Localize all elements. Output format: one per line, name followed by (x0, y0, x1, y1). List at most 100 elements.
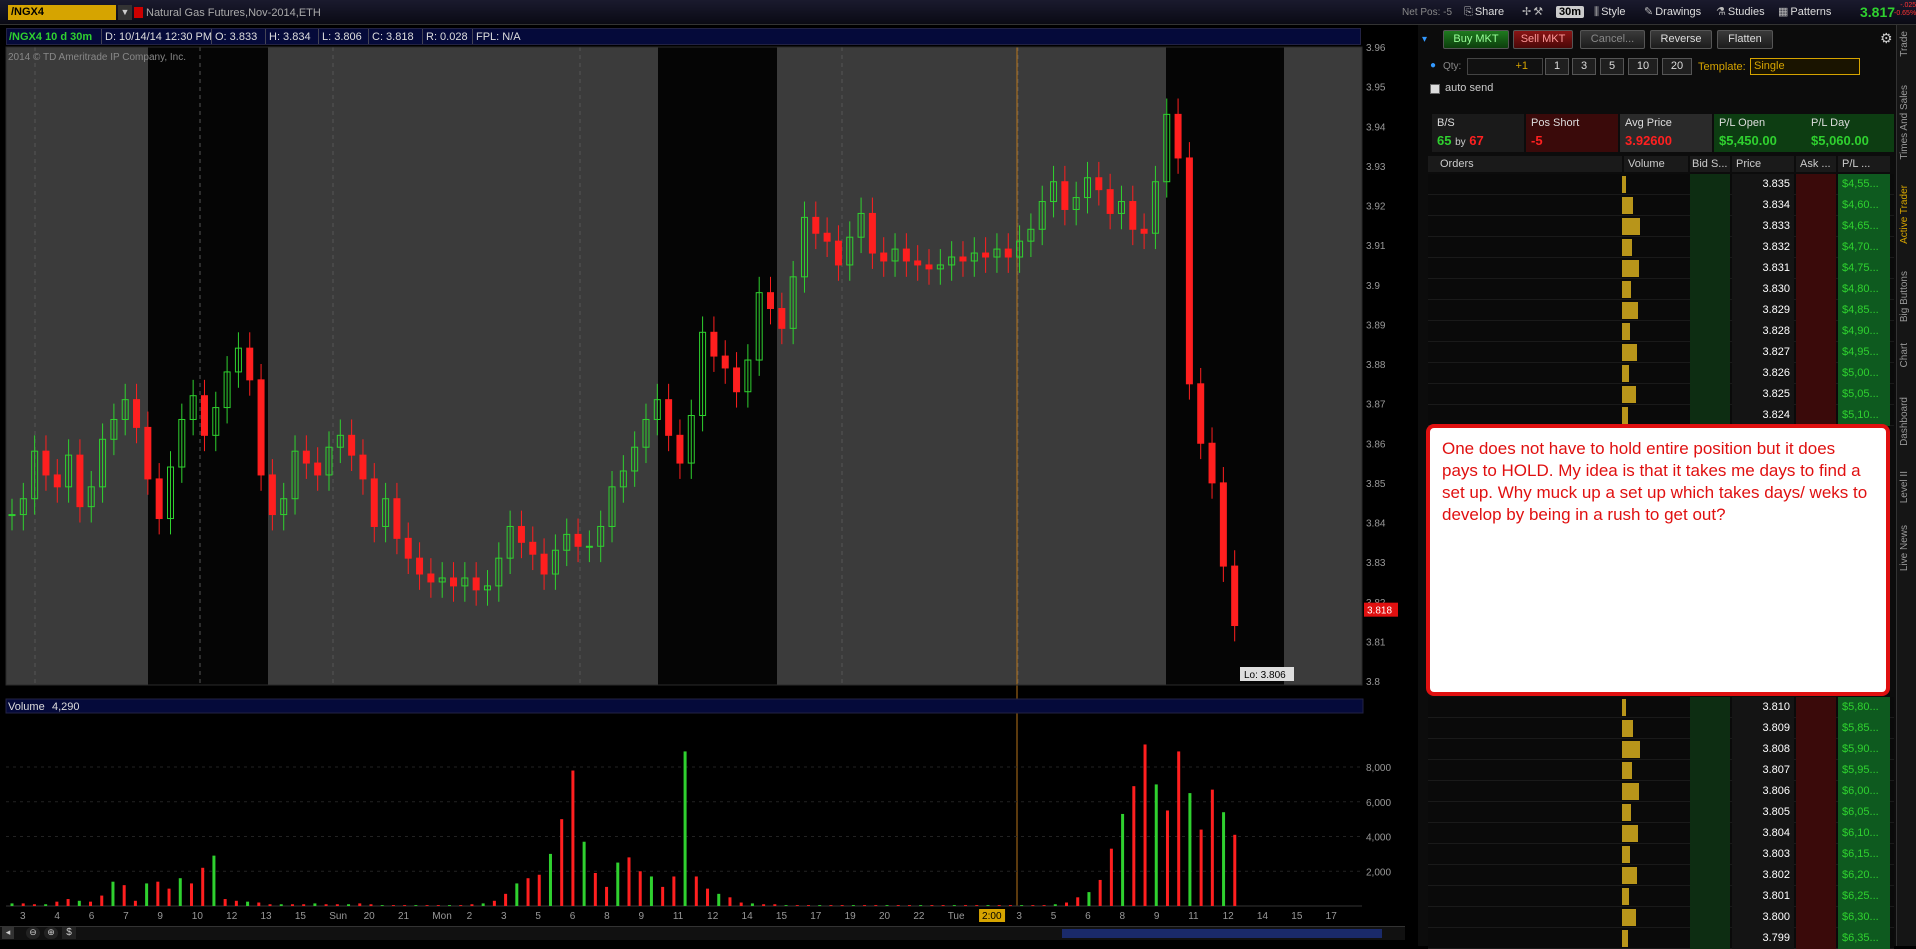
ask-size-cell[interactable] (1796, 342, 1836, 363)
price-cell[interactable]: 3.802 (1732, 865, 1794, 886)
ask-size-cell[interactable] (1796, 739, 1836, 760)
tab-dashboard[interactable]: Dashboard (1899, 397, 1910, 446)
ask-size-cell[interactable] (1796, 865, 1836, 886)
price-cell[interactable]: 3.827 (1732, 342, 1794, 363)
bid-size-cell[interactable] (1690, 300, 1730, 321)
bid-size-cell[interactable] (1690, 697, 1730, 718)
price-cell[interactable]: 3.829 (1732, 300, 1794, 321)
ask-size-cell[interactable] (1796, 844, 1836, 865)
cancel-button[interactable]: Cancel... (1580, 30, 1645, 49)
bid-size-cell[interactable] (1690, 174, 1730, 195)
bid-size-cell[interactable] (1690, 321, 1730, 342)
qty-preset-20[interactable]: 20 (1662, 58, 1692, 75)
price-cell[interactable]: 3.808 (1732, 739, 1794, 760)
bid-size-cell[interactable] (1690, 760, 1730, 781)
price-cell[interactable]: 3.834 (1732, 195, 1794, 216)
price-cell[interactable]: 3.803 (1732, 844, 1794, 865)
ladder-header-orders[interactable]: Orders (1428, 156, 1622, 172)
price-cell[interactable]: 3.831 (1732, 258, 1794, 279)
qty-preset-3[interactable]: 3 (1572, 58, 1596, 75)
tab-live-news[interactable]: Live News (1899, 525, 1910, 571)
price-cell[interactable]: 3.809 (1732, 718, 1794, 739)
style-button[interactable]: ⫼ Style (1594, 4, 1626, 21)
price-cell[interactable]: 3.804 (1732, 823, 1794, 844)
zoom-in-icon[interactable]: ⊕ (44, 927, 58, 939)
price-cell[interactable]: 3.825 (1732, 384, 1794, 405)
tab-big-buttons[interactable]: Big Buttons (1899, 271, 1910, 322)
patterns-button[interactable]: ▦ Patterns (1778, 4, 1831, 21)
nav-left-icon[interactable]: ◂ (2, 927, 14, 939)
ask-size-cell[interactable] (1796, 195, 1836, 216)
ask-size-cell[interactable] (1796, 300, 1836, 321)
collapse-icon[interactable]: ▾ (1422, 34, 1427, 45)
studies-button[interactable]: ⚗ Studies (1716, 4, 1765, 21)
ask-size-cell[interactable] (1796, 886, 1836, 907)
zoom-out-icon[interactable]: ⊖ (26, 927, 40, 939)
ask-size-cell[interactable] (1796, 907, 1836, 928)
drawings-button[interactable]: ✎ Drawings (1644, 4, 1701, 21)
price-cell[interactable]: 3.807 (1732, 760, 1794, 781)
symbol-dropdown-icon[interactable]: ▼ (118, 5, 132, 20)
qty-input[interactable]: +1 (1467, 58, 1543, 75)
bid-size-cell[interactable] (1690, 886, 1730, 907)
ask-size-cell[interactable] (1796, 697, 1836, 718)
bid-size-cell[interactable] (1690, 405, 1730, 426)
ask-size-cell[interactable] (1796, 363, 1836, 384)
bid-size-cell[interactable] (1690, 237, 1730, 258)
auto-send-checkbox[interactable] (1430, 84, 1440, 94)
share-button[interactable]: ⎘ Share (1464, 4, 1504, 21)
sell-mkt-button[interactable]: Sell MKT (1513, 30, 1573, 49)
ask-size-cell[interactable] (1796, 237, 1836, 258)
bid-size-cell[interactable] (1690, 342, 1730, 363)
tools-button[interactable]: ✢ ⚒ (1522, 4, 1545, 21)
price-cell[interactable]: 3.833 (1732, 216, 1794, 237)
bid-size-cell[interactable] (1690, 865, 1730, 886)
ask-size-cell[interactable] (1796, 216, 1836, 237)
timeframe-button[interactable]: 30m (1556, 4, 1585, 21)
price-cell[interactable]: 3.810 (1732, 697, 1794, 718)
ask-size-cell[interactable] (1796, 802, 1836, 823)
price-cell[interactable]: 3.828 (1732, 321, 1794, 342)
bid-size-cell[interactable] (1690, 802, 1730, 823)
ask-size-cell[interactable] (1796, 321, 1836, 342)
chart-area[interactable]: 3.96 3.95 3.94 3.93 3.92 3.91 3.9 3.89 3.88 3.87 3… (0, 25, 1398, 946)
symbol-field[interactable]: /NGX4 (8, 5, 116, 20)
qty-preset-10[interactable]: 10 (1628, 58, 1658, 75)
ladder-header-price[interactable]: Price (1732, 156, 1794, 172)
bid-size-cell[interactable] (1690, 823, 1730, 844)
price-cell[interactable]: 3.800 (1732, 907, 1794, 928)
price-cell[interactable]: 3.830 (1732, 279, 1794, 300)
price-chart-svg[interactable]: 3.963.953.943.933.923.913.93.893.883.873… (0, 25, 1416, 946)
ask-size-cell[interactable] (1796, 823, 1836, 844)
bid-size-cell[interactable] (1690, 258, 1730, 279)
gear-icon[interactable]: ⚙ (1880, 30, 1893, 47)
ask-size-cell[interactable] (1796, 781, 1836, 802)
qty-preset-1[interactable]: 1 (1545, 58, 1569, 75)
qty-preset-5[interactable]: 5 (1600, 58, 1624, 75)
bid-size-cell[interactable] (1690, 739, 1730, 760)
bid-size-cell[interactable] (1690, 781, 1730, 802)
bid-size-cell[interactable] (1690, 384, 1730, 405)
bid-size-cell[interactable] (1690, 279, 1730, 300)
ask-size-cell[interactable] (1796, 279, 1836, 300)
ladder-header-ask-size[interactable]: Ask ... (1796, 156, 1836, 172)
tab-chart[interactable]: Chart (1899, 343, 1910, 367)
bid-size-cell[interactable] (1690, 216, 1730, 237)
bid-size-cell[interactable] (1690, 907, 1730, 928)
tab-trade[interactable]: Trade (1899, 31, 1910, 57)
ask-size-cell[interactable] (1796, 760, 1836, 781)
tab-level-ii[interactable]: Level II (1899, 471, 1910, 503)
price-cell[interactable]: 3.824 (1732, 405, 1794, 426)
ladder-header-pl[interactable]: P/L ... (1838, 156, 1890, 172)
price-cell[interactable]: 3.806 (1732, 781, 1794, 802)
ladder-header-bid-size[interactable]: Bid S... (1690, 156, 1730, 172)
price-cell[interactable]: 3.835 (1732, 174, 1794, 195)
tab-active-trader[interactable]: Active Trader (1899, 185, 1910, 244)
bid-size-cell[interactable] (1690, 363, 1730, 384)
ask-size-cell[interactable] (1796, 405, 1836, 426)
scrollbar-thumb[interactable] (1062, 929, 1382, 938)
reverse-button[interactable]: Reverse (1650, 30, 1712, 49)
price-cell[interactable]: 3.832 (1732, 237, 1794, 258)
flatten-button[interactable]: Flatten (1717, 30, 1773, 49)
chart-scrollbar[interactable] (0, 926, 1405, 940)
